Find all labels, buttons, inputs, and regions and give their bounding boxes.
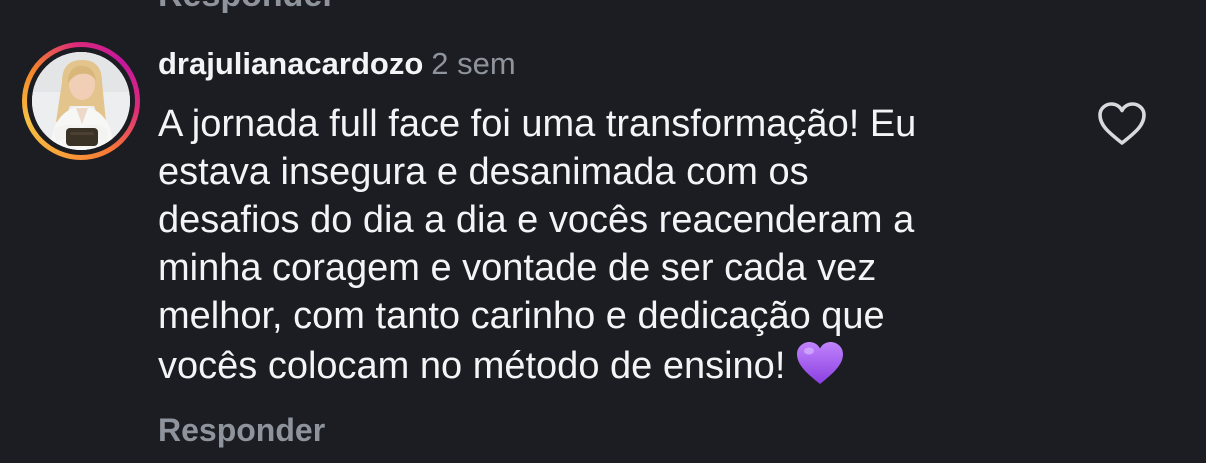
avatar (32, 52, 130, 150)
username-link[interactable]: drajulianacardozo (158, 46, 423, 81)
comment-header: drajulianacardozo 2 sem (158, 44, 516, 90)
reply-link[interactable]: Responder (158, 410, 325, 450)
comment-text-line: minha coragem e vontade de ser cada vez (158, 247, 877, 289)
avatar-photo (32, 52, 130, 150)
comment-text-line: A jornada full face foi uma transformaçã… (158, 103, 917, 145)
comment-thread: Responder (0, 0, 1206, 463)
comment-text-line: desafios do dia a dia e vocês reacendera… (158, 199, 915, 241)
like-button[interactable] (1096, 100, 1148, 148)
avatar-story-ring[interactable] (22, 42, 140, 160)
comment-text: A jornada full face foi uma transformaçã… (158, 100, 1058, 398)
heart-outline-icon (1098, 102, 1146, 145)
comment-text-line: vocês colocam no método de ensino! (158, 345, 786, 387)
comment-text-line: estava insegura e desanimada com os (158, 151, 809, 193)
previous-reply-link[interactable]: Responder (158, 0, 336, 12)
comment-text-line-last: vocês colocam no método de ensino! (158, 340, 1058, 398)
purple-heart-emoji-icon (795, 340, 845, 398)
comment-timestamp: 2 sem (431, 46, 516, 81)
comment-text-line: melhor, com tanto carinho e dedicação qu… (158, 295, 885, 337)
